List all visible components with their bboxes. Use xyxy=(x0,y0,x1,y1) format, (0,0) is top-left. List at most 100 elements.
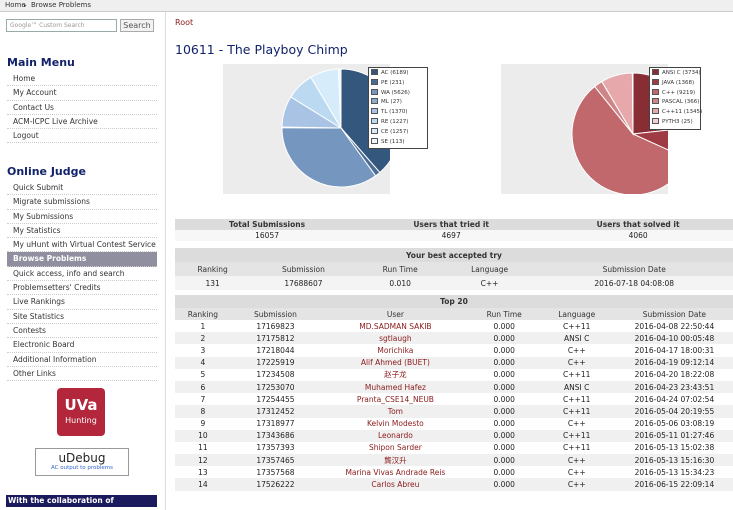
top20-cell-submission: 17169823 xyxy=(256,321,295,331)
oj-menu-item-quick-access-info-and-search[interactable]: Quick access, info and search xyxy=(7,267,157,282)
oj-menu-item-electronic-board[interactable]: Electronic Board xyxy=(7,338,157,353)
oj-menu-item-migrate-submissions[interactable]: Migrate submissions xyxy=(7,195,157,210)
top20-cell-language: C++11 xyxy=(563,406,591,416)
oj-menu-item-site-statistics[interactable]: Site Statistics xyxy=(7,310,157,324)
user-link[interactable]: 龔汉升 xyxy=(320,454,471,466)
oj-menu-item-problemsetters-credits[interactable]: Problemsetters' Credits xyxy=(7,281,157,296)
best-try-column-headers: Ranking Submission Run Time Language Submiss… xyxy=(175,262,733,276)
legend-label: ANSI C (3734) xyxy=(662,70,701,76)
top20-cell-submission-date: 2016-04-24 07:02:54 xyxy=(634,394,715,404)
main-menu-item-acm-icpc-live-archive[interactable]: ACM-ICPC Live Archive xyxy=(7,115,157,130)
user-link[interactable]: Muhamed Hafez xyxy=(320,381,471,393)
user-link[interactable]: sgtlaugh xyxy=(320,332,471,344)
best-col-run-time: Run Time xyxy=(382,264,418,274)
top20-cell-run-time: 0.000 xyxy=(493,467,515,477)
oj-menu-item-live-rankings[interactable]: Live Rankings xyxy=(7,295,157,310)
top20-cell-language: C++11 xyxy=(563,394,591,404)
user-link[interactable]: Tom xyxy=(320,405,471,417)
legend-entry: TL (1370) xyxy=(371,108,425,118)
table-row: 5 17234508 赵子龙 0.000 C++11 2016-04-20 18:22:0… xyxy=(175,368,733,381)
best-cell-submission-date: 2016-07-18 04:08:08 xyxy=(594,278,675,288)
user-link[interactable]: 赵子龙 xyxy=(320,369,471,381)
user-link[interactable]: Marina Vivas Andrade Reis xyxy=(320,466,471,478)
user-link[interactable]: Alif Ahmed (BUET) xyxy=(320,357,471,369)
breadcrumb-home-link[interactable]: Home xyxy=(5,1,26,9)
top20-table: Top 20 Ranking Submission User Run Time Lang… xyxy=(175,295,733,491)
search-button[interactable]: Search xyxy=(120,19,154,32)
udebug-logo[interactable]: uDebug AC output to problems xyxy=(35,448,129,476)
oj-menu-item-quick-submit[interactable]: Quick Submit xyxy=(7,181,157,196)
oj-menu-item-additional-information[interactable]: Additional Information xyxy=(7,353,157,367)
top20-cell-run-time: 0.000 xyxy=(493,358,515,368)
legend-swatch xyxy=(652,117,659,124)
user-link[interactable]: Morichika xyxy=(320,344,471,356)
oj-menu-item-contests[interactable]: Contests xyxy=(7,324,157,339)
uva-hunting-logo[interactable]: UVa Hunting xyxy=(57,388,105,436)
top20-cell-ranking: 10 xyxy=(198,431,208,441)
best-col-submission-date: Submission Date xyxy=(602,264,666,274)
oj-menu-item-other-links[interactable]: Other Links xyxy=(7,367,157,382)
top20-cell-submission-date: 2016-04-08 22:50:44 xyxy=(634,321,715,331)
top20-cell-submission-date: 2016-06-15 22:09:14 xyxy=(634,480,715,490)
users-tried-header: Users that tried it xyxy=(413,220,490,229)
uva-logo-text: UVa xyxy=(64,396,98,414)
legend-label: SE (113) xyxy=(381,138,405,145)
oj-menu-item-my-statistics[interactable]: My Statistics xyxy=(7,224,157,239)
language-legend: ANSI C (3734) JAVA (1368) C++ (9219) PASCAL… xyxy=(649,67,703,130)
legend-label: TL (1370) xyxy=(381,109,408,116)
user-link[interactable]: Carlos Abreu xyxy=(320,478,471,490)
top20-body: 1 17169823 MD.SADMAN SAKIB 0.000 C++11 2016-0… xyxy=(175,320,733,491)
top20-cell-language: C++11 xyxy=(563,321,591,331)
main-menu-item-contact-us[interactable]: Contact Us xyxy=(7,101,157,115)
main-menu-item-my-account[interactable]: My Account xyxy=(7,86,157,101)
user-link[interactable]: Leonardo xyxy=(320,430,471,442)
users-tried-value: 4697 xyxy=(441,231,461,240)
legend-label: C++11 (1345) xyxy=(662,109,703,116)
top20-title: Top 20 xyxy=(440,297,468,306)
legend-entry: SE (113) xyxy=(371,137,425,148)
table-row: 2 17175812 sgtlaugh 0.000 ANSI C 2016-04-10 0… xyxy=(175,332,733,345)
best-cell-language: C++ xyxy=(480,278,499,288)
root-link[interactable]: Root xyxy=(175,18,193,27)
oj-menu-item-my-submissions[interactable]: My Submissions xyxy=(7,210,157,224)
legend-swatch xyxy=(652,69,659,75)
user-link[interactable]: MD.SADMAN SAKIB xyxy=(320,320,471,332)
legend-label: RE (1227) xyxy=(381,118,409,125)
legend-label: C++ (9219) xyxy=(662,89,696,96)
top20-cell-language: ANSI C xyxy=(564,382,590,392)
total-submissions-value: 16057 xyxy=(255,231,279,240)
top20-col-submission-date: Submission Date xyxy=(642,309,706,319)
table-row: 11 17357393 Shipon Sarder 0.000 C++11 2016-05… xyxy=(175,441,733,455)
top20-cell-submission-date: 2016-04-17 18:00:31 xyxy=(634,345,715,355)
legend-swatch xyxy=(371,117,378,124)
top20-cell-ranking: 11 xyxy=(198,443,208,453)
top20-cell-ranking: 4 xyxy=(200,358,206,368)
udebug-subtitle: AC output to problems xyxy=(50,465,114,471)
sidebar: Google™ Custom Search Search Main Menu H… xyxy=(0,12,166,510)
user-link[interactable]: Kelvin Modesto xyxy=(320,418,471,430)
best-try-table: Your best accepted try Ranking Submission… xyxy=(175,248,733,290)
main-menu-item-home[interactable]: Home xyxy=(7,72,157,87)
uva-logo-subtext: Hunting xyxy=(65,416,97,425)
search-input[interactable]: Google™ Custom Search xyxy=(6,19,117,32)
main-menu-item-logout[interactable]: Logout xyxy=(7,129,157,144)
breadcrumb-bar: Home ▸ Browse Problems xyxy=(0,0,733,12)
best-col-language: Language xyxy=(471,264,509,274)
oj-menu-item-my-uhunt-with-virtual-contest-service[interactable]: My uHunt with Virtual Contest Service xyxy=(7,238,157,253)
top20-cell-run-time: 0.000 xyxy=(493,419,515,429)
main-menu-heading: Main Menu xyxy=(7,56,75,69)
top20-cell-submission-date: 2016-05-11 01:27:46 xyxy=(634,431,715,441)
top20-cell-ranking: 8 xyxy=(200,406,206,416)
legend-swatch xyxy=(371,108,378,115)
table-row: 8 17312452 Tom 0.000 C++11 2016-05-04 20:19:5… xyxy=(175,405,733,418)
user-link[interactable]: Shipon Sarder xyxy=(320,442,471,454)
top20-cell-submission-date: 2016-05-06 03:08:19 xyxy=(634,419,715,429)
oj-menu-item-browse-problems[interactable]: Browse Problems xyxy=(7,252,157,267)
legend-entry: ML (27) xyxy=(371,98,425,108)
top20-cell-ranking: 14 xyxy=(198,480,208,490)
legend-label: JAVA (1368) xyxy=(662,79,695,86)
user-link[interactable]: Pranta_CSE14_NEUB xyxy=(320,393,471,405)
table-row: 4 17225919 Alif Ahmed (BUET) 0.000 C++ 2016-0… xyxy=(175,356,733,369)
top20-cell-submission: 17357393 xyxy=(256,443,295,453)
top20-cell-ranking: 2 xyxy=(200,333,206,343)
